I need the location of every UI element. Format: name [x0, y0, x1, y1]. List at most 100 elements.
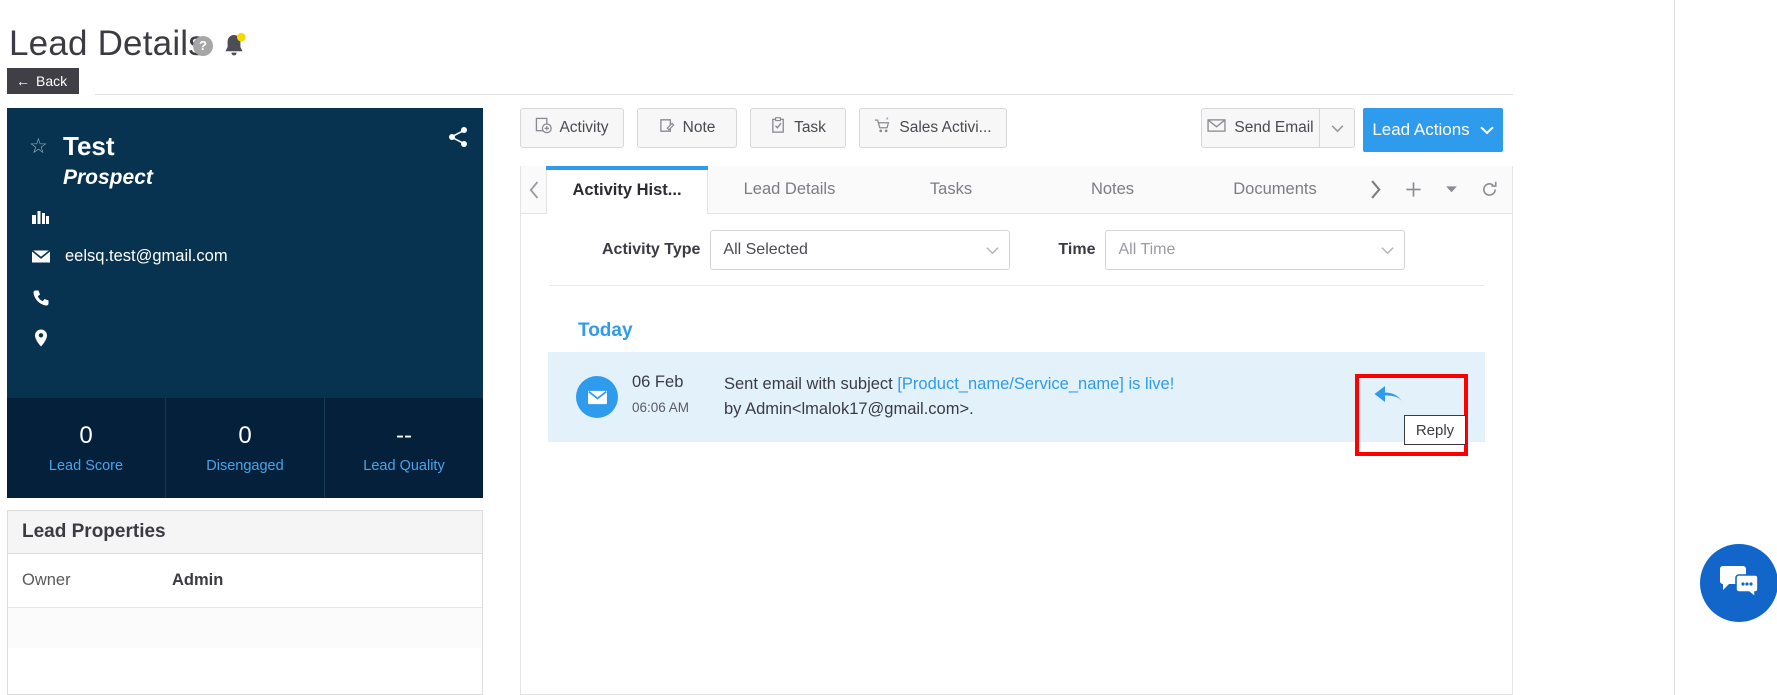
chevron-right-icon [1370, 180, 1381, 199]
activity-type-value: All Selected [723, 240, 808, 258]
tab-label: Notes [1090, 180, 1135, 198]
record-toolbar: Activity Note Task * Sales Activi... Sen… [520, 108, 1770, 152]
add-task-label: Task [794, 119, 826, 136]
activity-description: Sent email with subject [Product_name/Se… [724, 372, 1184, 422]
back-row: ← Back [0, 68, 1777, 98]
add-note-button[interactable]: Note [637, 108, 737, 148]
plus-icon [1405, 182, 1421, 197]
cart-star-icon: * [874, 115, 892, 139]
time-select[interactable]: All Time [1105, 229, 1406, 270]
tab-label: Tasks [929, 180, 973, 198]
send-email-label: Send Email [1234, 119, 1314, 136]
activity-time: 06:06 AM [632, 400, 690, 415]
lead-summary-card: ☆ Test Prospect eelsq.test@gmail.com [7, 108, 483, 398]
time-label: Time [1058, 240, 1096, 258]
activity-text-middle: by [724, 400, 746, 418]
share-nodes-icon[interactable] [447, 126, 469, 148]
chat-widget-button[interactable] [1700, 544, 1777, 622]
chevron-down-icon [986, 242, 999, 257]
stat-label: Lead Score [48, 458, 124, 474]
send-email-group: Send Email [1201, 108, 1355, 148]
refresh-button[interactable] [1470, 167, 1508, 213]
phone-icon [31, 288, 53, 308]
lead-actions-label: Lead Actions [1372, 120, 1470, 139]
chevron-left-icon [529, 180, 538, 199]
stat-lead-score[interactable]: 0 Lead Score [7, 398, 165, 498]
time-value: All Time [1118, 240, 1176, 258]
stat-value: 0 [238, 422, 252, 449]
add-activity-button[interactable]: Activity [520, 108, 624, 148]
reply-arrow-icon[interactable] [1373, 383, 1407, 413]
lead-name: Test [63, 131, 115, 161]
add-tab-button[interactable] [1394, 167, 1432, 213]
tab-label: Documents [1233, 180, 1317, 198]
stat-label: Disengaged [206, 458, 284, 474]
activity-filter-row: Activity Type All Selected Time All Time [549, 214, 1484, 286]
tab-list: Activity Hist... Lead Details Tasks Note… [546, 166, 1356, 214]
send-email-button[interactable]: Send Email [1201, 108, 1319, 148]
back-button[interactable]: ← Back [7, 68, 80, 94]
activity-sender: Admin<lmalok17@gmail.com> [745, 400, 970, 418]
page-header: Lead Details ? [0, 0, 1777, 72]
tab-documents[interactable]: Documents [1194, 166, 1356, 213]
lead-properties-panel: Lead Properties Owner Admin [7, 510, 483, 695]
refresh-icon [1482, 181, 1497, 196]
chevron-down-icon [1381, 242, 1395, 257]
tab-scroll-right-button[interactable] [1356, 167, 1394, 213]
add-note-label: Note [682, 119, 716, 136]
activity-type-label: Activity Type [602, 240, 701, 258]
lead-details-page: Lead Details ? ← Back ☆ Test Prospect ee… [0, 0, 1777, 695]
add-activity-label: Activity [559, 119, 609, 136]
svg-text:*: * [886, 117, 889, 124]
company-building-icon [31, 210, 53, 230]
tab-tools [1356, 166, 1512, 213]
lead-actions-button[interactable]: Lead Actions [1363, 108, 1503, 152]
email-envelope-icon [576, 376, 618, 418]
tab-tasks[interactable]: Tasks [871, 166, 1031, 213]
header-divider [95, 94, 1513, 95]
activity-date: 06 Feb [632, 373, 684, 391]
chevron-down-icon [1331, 124, 1343, 132]
stat-disengaged[interactable]: 0 Disengaged [165, 398, 324, 498]
location-pin-icon [31, 328, 53, 348]
chevron-down-icon [1479, 120, 1494, 140]
tab-menu-button[interactable] [1432, 167, 1470, 213]
tab-label: Lead Details [743, 180, 836, 198]
add-sales-activity-button[interactable]: * Sales Activi... [859, 108, 1007, 148]
send-email-dropdown-toggle[interactable] [1319, 108, 1355, 148]
help-circle-icon[interactable]: ? [193, 36, 213, 56]
reply-tooltip: Reply [1404, 415, 1466, 445]
page-title: Lead Details [9, 24, 206, 63]
activity-type-select[interactable]: All Selected [710, 229, 1011, 270]
lead-property-row-partial [8, 608, 482, 648]
add-task-button[interactable]: Task [750, 108, 846, 148]
add-sales-activity-label: Sales Activi... [899, 119, 992, 136]
activity-group-label: Today [578, 320, 633, 341]
activity-subject-link[interactable]: [Product_name/Service_name] is live! [897, 375, 1174, 393]
stat-value: -- [396, 422, 412, 449]
tab-scroll-left-button[interactable] [521, 166, 546, 213]
lead-property-key: Owner [22, 571, 71, 589]
tab-notes[interactable]: Notes [1031, 166, 1194, 213]
star-outline-icon[interactable]: ☆ [29, 136, 51, 158]
envelope-icon [31, 248, 53, 268]
lead-email-value: eelsq.test@gmail.com [65, 247, 228, 265]
activity-add-icon [535, 117, 553, 139]
right-panel-divider [1674, 0, 1675, 695]
activity-text-suffix: . [969, 400, 974, 418]
lead-property-row: Owner Admin [8, 554, 482, 608]
lead-properties-title: Lead Properties [8, 511, 482, 554]
lead-stage: Prospect [63, 166, 153, 189]
back-button-label: Back [36, 73, 68, 89]
activity-text-prefix: Sent email with subject [724, 375, 898, 393]
envelope-icon [1207, 118, 1226, 138]
activity-list-item[interactable]: 06 Feb 06:06 AM Sent email with subject … [548, 352, 1485, 442]
chevron-down-icon [1445, 186, 1457, 193]
tab-lead-details[interactable]: Lead Details [708, 166, 871, 213]
stat-label: Lead Quality [363, 458, 445, 474]
stat-value: 0 [79, 422, 93, 449]
bell-notification-icon[interactable] [221, 32, 247, 60]
tab-activity-history[interactable]: Activity Hist... [546, 166, 708, 214]
note-pencil-icon [659, 117, 676, 139]
stat-lead-quality[interactable]: -- Lead Quality [324, 398, 483, 498]
